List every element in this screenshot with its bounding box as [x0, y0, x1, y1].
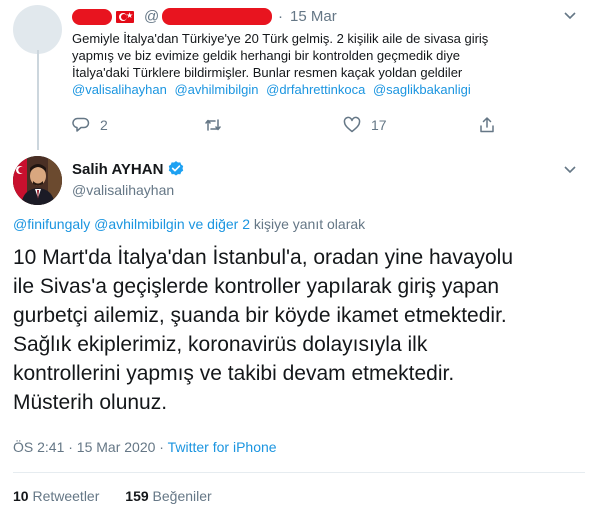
likes-count: 159: [125, 488, 149, 504]
tweet-meta: ÖS 2:41 · 15 Mar 2020 · Twitter for iPho…: [13, 439, 277, 455]
tweet-text-line: gurbetçi ailemiz, şuanda bir köyde ikame…: [13, 304, 507, 327]
reply-mentions: @valisalihayhan @avhilmibilgin @drfahret…: [72, 81, 572, 98]
reply-tweet[interactable]: ★ @ · 15 Mar Gemiyle İtalya'dan Türkiye'…: [0, 0, 595, 150]
tweet-text-line: 10 Mart'da İtalya'dan İstanbul'a, oradan…: [13, 246, 514, 269]
author-handle[interactable]: @valisalihayhan: [72, 182, 174, 198]
tweet-text-line: Müsterih olunuz.: [13, 391, 168, 414]
like-icon: [343, 116, 361, 133]
tweet-text-line: Sağlık ekiplerimiz, koronavirüs dolayısı…: [13, 333, 428, 356]
turkey-flag-icon: ★: [116, 11, 134, 23]
reply-actions: 2 17: [72, 116, 512, 138]
verified-badge-icon: [169, 161, 184, 176]
replying-to-suffix: kişiye yanıt olarak: [249, 216, 366, 232]
retweet-icon: [205, 119, 221, 131]
reply-header: ★ @ · 15 Mar: [72, 8, 372, 28]
mention-link[interactable]: @valisalihayhan: [72, 82, 167, 97]
share-button[interactable]: [478, 116, 496, 134]
thread-connector: [37, 50, 39, 150]
reply-text: Gemiyle İtalya'dan Türkiye'ye 20 Türk ge…: [72, 30, 572, 98]
redacted-name: [72, 9, 112, 25]
reply-date[interactable]: 15 Mar: [290, 8, 337, 25]
author-name-line[interactable]: Salih AYHAN: [72, 160, 185, 178]
author-name[interactable]: Salih AYHAN: [72, 161, 163, 178]
chevron-down-icon[interactable]: [563, 162, 577, 179]
likes-label: Beğeniler: [148, 488, 212, 504]
mention-link[interactable]: @drfahrettinkoca: [266, 82, 365, 97]
retweet-button[interactable]: [204, 116, 232, 134]
like-button[interactable]: 17: [343, 116, 387, 134]
tweet-text-line: ile Sivas'a geçişlerde kontroller yapıla…: [13, 275, 500, 298]
share-icon: [480, 117, 494, 133]
retweets-stat[interactable]: 10 Retweetler: [13, 488, 99, 504]
reply-handle-prefix[interactable]: @: [144, 8, 159, 25]
replying-to: @finifungaly @avhilmibilgin ve diğer 2 k…: [13, 216, 365, 232]
tweet-source-link[interactable]: Twitter for iPhone: [168, 439, 277, 455]
mention-link[interactable]: @avhilmibilgin: [174, 82, 258, 97]
reply-text-line: İtalya'daki Türklere bildirmişler. Bunla…: [72, 65, 463, 80]
main-avatar[interactable]: [13, 156, 62, 205]
reply-button[interactable]: 2: [72, 116, 108, 134]
retweets-label: Retweetler: [28, 488, 100, 504]
main-tweet-text: 10 Mart'da İtalya'dan İstanbul'a, oradan…: [13, 243, 585, 417]
chevron-down-icon[interactable]: [563, 8, 577, 25]
replying-to-users-link[interactable]: @finifungaly @avhilmibilgin ve diğer 2: [13, 216, 250, 232]
reply-count: 2: [100, 117, 108, 133]
retweets-count: 10: [13, 488, 29, 504]
like-count: 17: [371, 117, 387, 133]
reply-avatar[interactable]: [13, 5, 62, 54]
likes-stat[interactable]: 159 Beğeniler: [125, 488, 211, 504]
tweet-stats: 10 Retweetler 159 Beğeniler: [13, 488, 212, 504]
tweet-text-line: kontrollerini yapmış ve takibi devam etm…: [13, 362, 455, 385]
reply-icon: [72, 117, 90, 132]
mention-link[interactable]: @saglikbakanligi: [373, 82, 471, 97]
header-separator: ·: [278, 8, 283, 25]
reply-text-line: yapmış ve biz evimize geldik herhangi bi…: [72, 48, 461, 63]
divider: [13, 472, 585, 473]
tweet-timestamp[interactable]: ÖS 2:41 · 15 Mar 2020 ·: [13, 439, 168, 455]
redacted-handle: [162, 8, 272, 25]
reply-text-line: Gemiyle İtalya'dan Türkiye'ye 20 Türk ge…: [72, 31, 489, 46]
